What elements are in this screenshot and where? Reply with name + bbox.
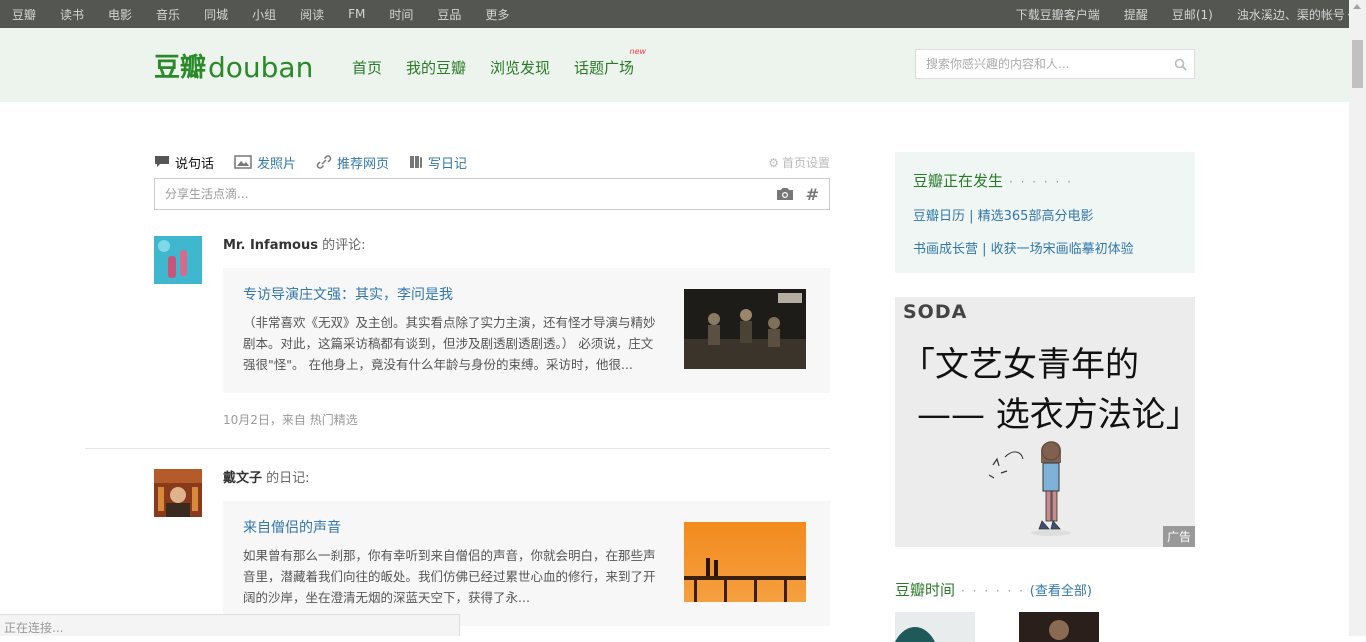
status-composer: # xyxy=(154,178,830,210)
douban-time-header: 豆瓣时间· · · · · · (查看全部) xyxy=(895,579,1195,600)
view-all-link[interactable]: 查看全部 xyxy=(1035,584,1087,599)
ad-headline-2: —— 选衣方法论」 xyxy=(917,387,1195,436)
global-nav-movie[interactable]: 电影 xyxy=(108,6,132,23)
global-nav-group[interactable]: 小组 xyxy=(252,6,276,23)
girl-illustration xyxy=(985,435,1085,540)
nav-topics-label: 话题广场 xyxy=(574,59,634,77)
happening-link[interactable]: 书画成长营 | 收获一场宋画临摹初体验 xyxy=(913,238,1177,257)
scroll-up-arrow-icon[interactable] xyxy=(1353,4,1361,9)
ad-brand: SODA xyxy=(903,301,967,323)
gear-icon: ⚙ xyxy=(768,156,779,170)
ad-headline-1: 「文艺女青年的 xyxy=(901,337,1139,386)
tab-photo-label: 发照片 xyxy=(257,153,296,172)
global-nav-more[interactable]: 更多 xyxy=(485,6,509,23)
feed-item-header: Mr. Infamous 的评论: xyxy=(223,236,830,256)
tab-link[interactable]: 推荐网页 xyxy=(316,153,389,172)
tab-say-label: 说句话 xyxy=(175,153,214,172)
doumail-link[interactable]: 豆邮(1) xyxy=(1172,6,1213,23)
browser-status-bar: 正在连接... xyxy=(0,614,460,636)
douban-logo[interactable]: 豆瓣 douban xyxy=(154,47,314,87)
speech-bubble-icon xyxy=(154,155,170,169)
camera-icon[interactable] xyxy=(776,187,794,201)
logo-en: douban xyxy=(208,51,313,84)
nav-topics[interactable]: 话题广场new xyxy=(574,57,634,78)
global-nav-book[interactable]: 读书 xyxy=(60,6,84,23)
happening-title: 豆瓣正在发生 · · · · · · xyxy=(913,170,1177,191)
happening-link[interactable]: 豆瓣日历 | 精选365部高分电影 xyxy=(913,205,1177,224)
home-settings-link[interactable]: ⚙ 首页设置 xyxy=(768,154,830,171)
new-badge: new xyxy=(630,47,647,56)
account-name: 浊水溪边、渠的帐号 xyxy=(1237,8,1345,22)
notifications-link[interactable]: 提醒 xyxy=(1124,6,1148,23)
main-nav: 首页 我的豆瓣 浏览发现 话题广场new xyxy=(352,57,658,78)
feed-action: 的日记: xyxy=(266,471,309,486)
status-input[interactable] xyxy=(165,187,764,201)
happening-title-text: 豆瓣正在发生 xyxy=(913,172,1003,190)
time-thumbnail[interactable] xyxy=(895,612,975,642)
tab-photo[interactable]: 发照片 xyxy=(234,153,296,172)
logo-cn: 豆瓣 xyxy=(154,47,206,84)
global-nav-music[interactable]: 音乐 xyxy=(156,6,180,23)
link-icon xyxy=(316,155,332,169)
happening-dots: · · · · · · xyxy=(1009,175,1073,189)
feed-card-thumbnail[interactable] xyxy=(684,522,806,602)
global-nav-douban[interactable]: 豆瓣 xyxy=(12,6,36,23)
douban-time-close-paren: ) xyxy=(1087,584,1092,599)
global-nav-market[interactable]: 豆品 xyxy=(437,6,461,23)
feed-item: 戴文子 的日记: 来自僧侣的声音 如果曾有那么一刹那，你有幸听到来自僧侣的声音，… xyxy=(154,469,830,626)
feed-card-title[interactable]: 专访导演庄文强：其实，李问是我 xyxy=(243,286,663,304)
douban-time-thumbs xyxy=(895,612,1195,642)
global-nav: 豆瓣 读书 电影 音乐 同城 小组 阅读 FM 时间 豆品 更多 下载豆瓣客户端… xyxy=(0,0,1366,28)
feed-item: Mr. Infamous 的评论: 专访导演庄文强：其实，李问是我 （非常喜欢《… xyxy=(154,236,830,428)
global-nav-fm[interactable]: FM xyxy=(348,7,365,21)
douban-time-dots: · · · · · · xyxy=(961,584,1025,598)
feed-card: 专访导演庄文强：其实，李问是我 （非常喜欢《无双》及主创。其实看点除了实力主演，… xyxy=(223,268,830,393)
global-nav-read[interactable]: 阅读 xyxy=(300,6,324,23)
global-nav-time[interactable]: 时间 xyxy=(389,6,413,23)
feed-item-meta: 10月2日，来自 热门精选 xyxy=(223,411,830,428)
feed-item-header: 戴文子 的日记: xyxy=(223,469,830,489)
ad-banner[interactable]: SODA 「文艺女青年的 —— 选衣方法论」 广告 xyxy=(895,297,1195,547)
feed-card-abstract: （非常喜欢《无双》及主创。其实看点除了实力主演，还有怪才导演与精妙剧本。对此，这… xyxy=(243,312,663,375)
time-thumbnail[interactable] xyxy=(1019,612,1099,642)
global-nav-location[interactable]: 同城 xyxy=(204,6,228,23)
feed-author-link[interactable]: 戴文子 xyxy=(223,471,262,486)
tab-say[interactable]: 说句话 xyxy=(154,153,214,172)
tab-diary[interactable]: 写日记 xyxy=(409,153,467,172)
composer-tabs: 说句话 发照片 推荐网页 写日记 ⚙ 首页设置 xyxy=(154,150,830,174)
nav-explore[interactable]: 浏览发现 xyxy=(490,57,550,78)
book-icon xyxy=(409,155,423,169)
feed-card-thumbnail[interactable] xyxy=(684,289,806,369)
tab-diary-label: 写日记 xyxy=(428,153,467,172)
scrollbar-thumb[interactable] xyxy=(1352,40,1363,88)
image-icon xyxy=(234,155,252,169)
feed-card-abstract: 如果曾有那么一刹那，你有幸听到来自僧侣的声音，你就会明白，在那些声音里，潜藏着我… xyxy=(243,545,663,608)
tab-link-label: 推荐网页 xyxy=(337,153,389,172)
happening-panel: 豆瓣正在发生 · · · · · · 豆瓣日历 | 精选365部高分电影 书画成长… xyxy=(895,152,1195,273)
site-header: 豆瓣 douban 首页 我的豆瓣 浏览发现 话题广场new xyxy=(0,28,1366,102)
search-icon[interactable] xyxy=(1166,58,1194,71)
avatar[interactable] xyxy=(154,469,202,517)
feed-action: 的评论: xyxy=(322,238,365,253)
search-box xyxy=(915,49,1195,79)
douban-time-title: 豆瓣时间 xyxy=(895,581,955,599)
feed-card: 来自僧侣的声音 如果曾有那么一刹那，你有幸听到来自僧侣的声音，你就会明白，在那些… xyxy=(223,501,830,626)
download-app-link[interactable]: 下载豆瓣客户端 xyxy=(1016,6,1100,23)
ad-label: 广告 xyxy=(1163,526,1195,547)
avatar[interactable] xyxy=(154,236,202,284)
page-scrollbar[interactable] xyxy=(1349,0,1366,636)
feed-card-title[interactable]: 来自僧侣的声音 xyxy=(243,519,663,537)
sidebar: 豆瓣正在发生 · · · · · · 豆瓣日历 | 精选365部高分电影 书画成长… xyxy=(895,152,1195,642)
feed-author-link[interactable]: Mr. Infamous xyxy=(223,238,318,253)
nav-my-douban[interactable]: 我的豆瓣 xyxy=(406,57,466,78)
account-menu[interactable]: 浊水溪边、渠的帐号▼ xyxy=(1237,6,1354,23)
feed-divider xyxy=(85,448,830,449)
home-settings-label: 首页设置 xyxy=(782,154,830,171)
hashtag-icon[interactable]: # xyxy=(806,185,819,204)
feed: Mr. Infamous 的评论: 专访导演庄文强：其实，李问是我 （非常喜欢《… xyxy=(154,236,830,626)
nav-home[interactable]: 首页 xyxy=(352,57,382,78)
search-input[interactable] xyxy=(916,50,1166,78)
main-column: 说句话 发照片 推荐网页 写日记 ⚙ 首页设置 # xyxy=(154,150,830,626)
